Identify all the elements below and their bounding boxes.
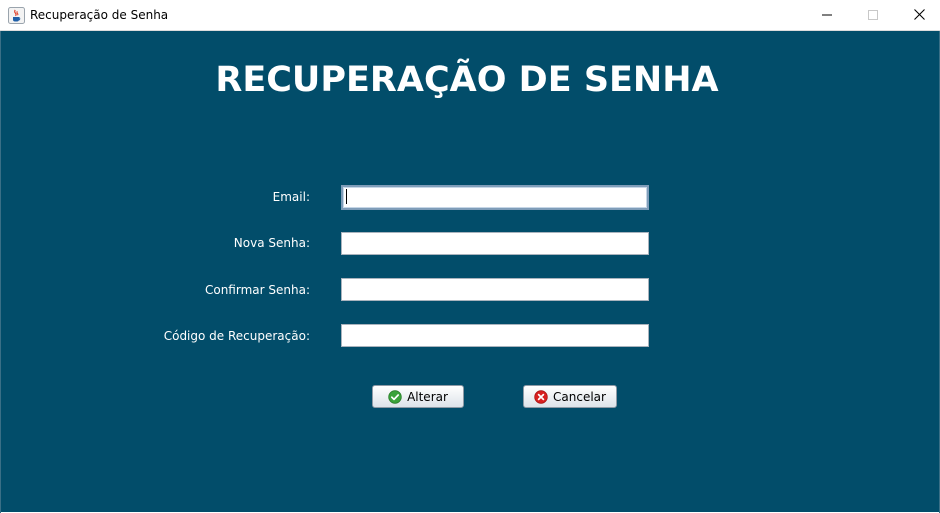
confirm-password-label: Confirmar Senha: — [204, 283, 310, 297]
title-bar: Recuperação de Senha — [0, 0, 940, 31]
recovery-code-field[interactable] — [341, 324, 649, 347]
page-title: RECUPERAÇÃO DE SENHA — [215, 60, 719, 100]
recovery-code-label: Código de Recuperação: — [163, 329, 310, 343]
alterar-button-label: Alterar — [407, 389, 448, 404]
close-button[interactable] — [896, 0, 940, 31]
cancelar-button-label: Cancelar — [553, 389, 606, 404]
confirm-password-field[interactable] — [341, 278, 649, 301]
maximize-button[interactable] — [850, 0, 896, 31]
email-field[interactable] — [341, 185, 649, 210]
new-password-field[interactable] — [341, 232, 649, 255]
maximize-icon — [868, 7, 878, 25]
minimize-button[interactable] — [804, 0, 850, 31]
close-icon — [913, 7, 925, 25]
cancelar-button[interactable]: Cancelar — [523, 385, 617, 408]
text-caret — [346, 189, 347, 204]
java-cup-icon — [8, 7, 25, 24]
check-circle-icon — [388, 389, 402, 404]
minimize-icon — [822, 7, 832, 25]
alterar-button[interactable]: Alterar — [372, 385, 464, 408]
content-panel — [1, 31, 939, 512]
x-circle-icon — [534, 389, 548, 404]
email-label: Email: — [272, 190, 310, 204]
window-title: Recuperação de Senha — [30, 8, 169, 22]
new-password-label: Nova Senha: — [233, 236, 310, 250]
